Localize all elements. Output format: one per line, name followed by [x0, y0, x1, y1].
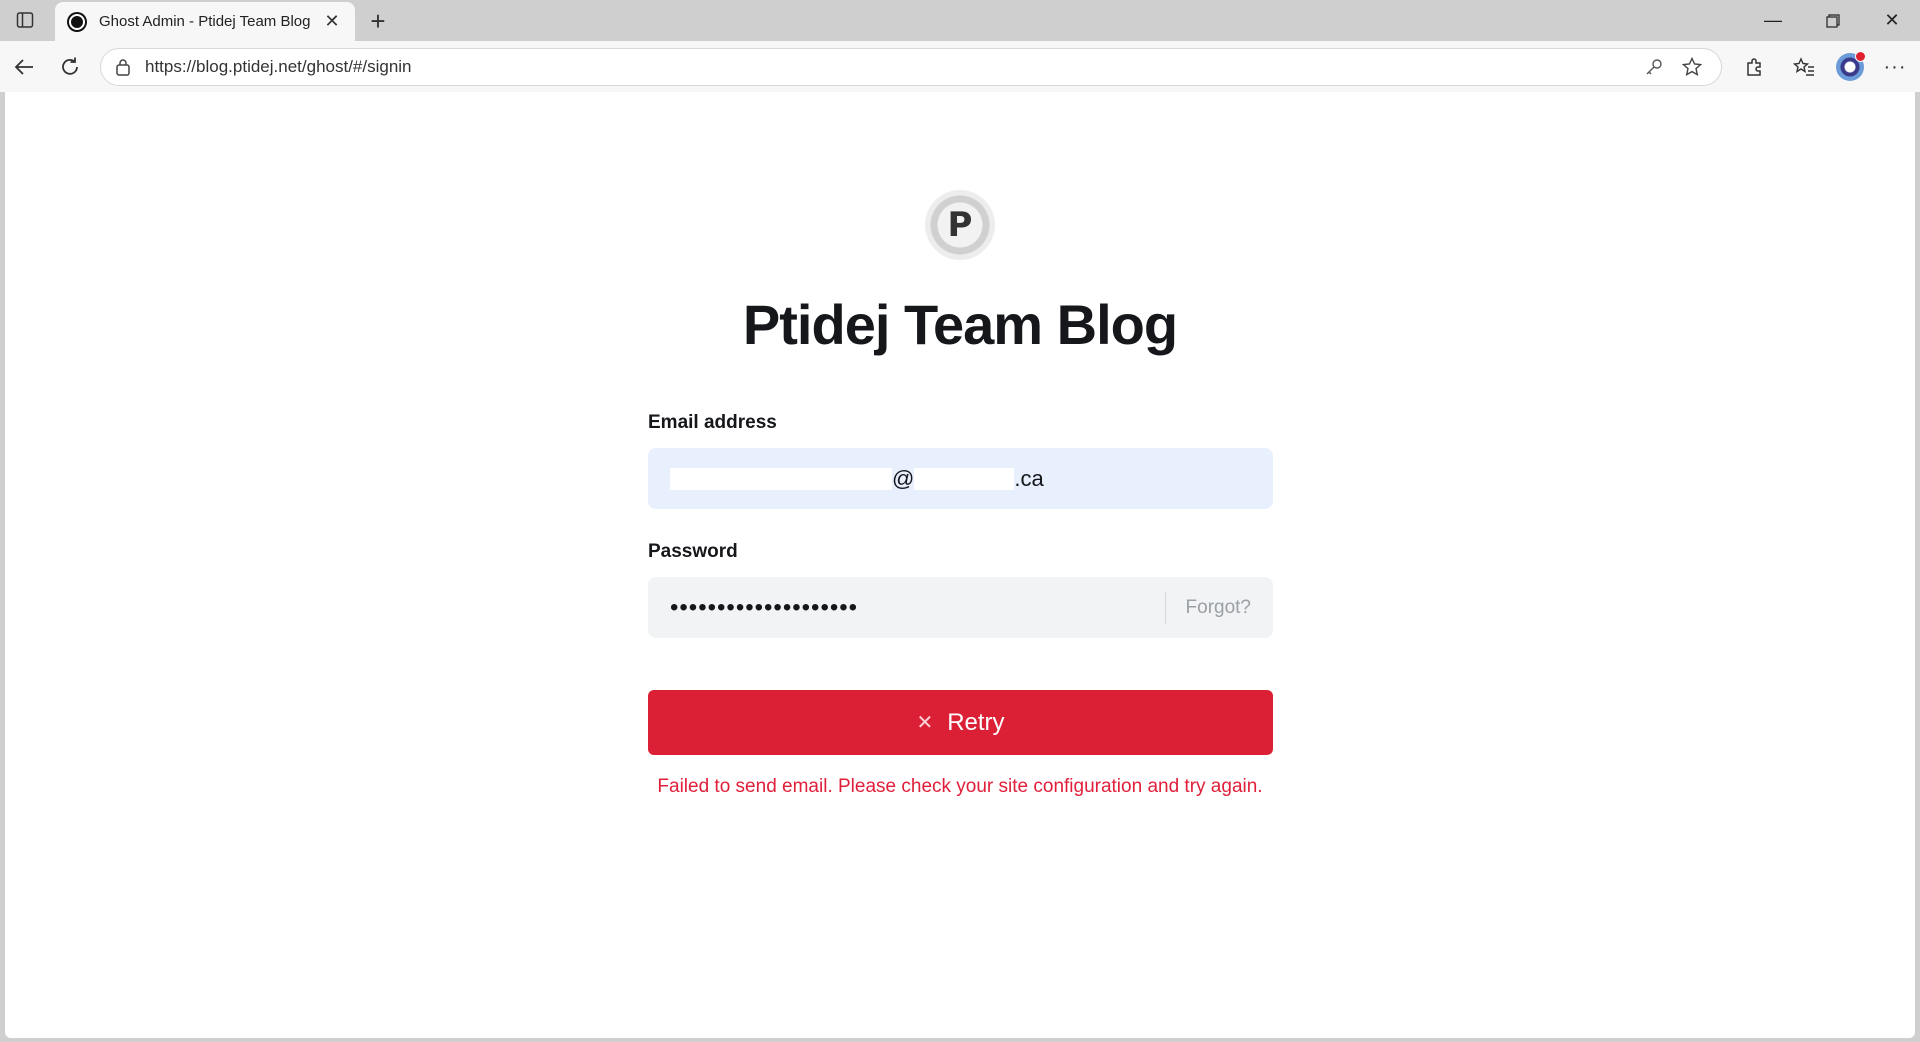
site-logo: P [925, 190, 995, 260]
tab-actions-button[interactable] [10, 7, 40, 33]
refresh-icon[interactable] [54, 51, 86, 83]
favorites-collection-icon[interactable] [1787, 51, 1821, 83]
password-key-icon[interactable] [1639, 52, 1669, 82]
forgot-password-link[interactable]: Forgot? [1186, 597, 1251, 619]
email-field[interactable]: @ .ca [648, 448, 1273, 509]
ghost-favicon-icon [67, 11, 87, 32]
tab-actions-icon [16, 12, 34, 28]
error-message: Failed to send email. Please check your … [657, 776, 1263, 797]
page-viewport: P Ptidej Team Blog Email address @ .ca P… [5, 92, 1915, 1038]
profile-avatar[interactable] [1833, 51, 1867, 83]
password-value: •••••••••••••••••••• [670, 593, 859, 621]
email-redaction [670, 467, 892, 490]
browser-tab-strip: Ghost Admin - Ptidej Team Blog ✕ + — ✕ [0, 0, 1920, 41]
site-info-lock-icon[interactable] [115, 58, 131, 76]
email-label: Email address [648, 412, 777, 433]
email-domain-suffix: .ca [1014, 465, 1044, 491]
minimize-icon[interactable]: — [1745, 0, 1801, 41]
extensions-puzzle-icon[interactable] [1737, 51, 1771, 83]
password-label: Password [648, 541, 738, 562]
retry-label: Retry [947, 708, 1005, 736]
password-field[interactable]: •••••••••••••••••••• Forgot? [648, 577, 1273, 638]
email-at-sign: @ [892, 465, 915, 491]
email-redaction [914, 467, 1015, 490]
restore-icon[interactable] [1805, 0, 1861, 41]
more-options-icon[interactable]: ··· [1878, 51, 1912, 83]
tab-title: Ghost Admin - Ptidej Team Blog [99, 13, 311, 30]
tab-close-icon[interactable]: ✕ [321, 11, 343, 33]
close-icon: ✕ [916, 712, 934, 734]
new-tab-button[interactable]: + [364, 6, 392, 36]
back-arrow-icon[interactable] [8, 51, 40, 83]
divider [1164, 591, 1166, 624]
site-title: Ptidej Team Blog [742, 293, 1178, 356]
browser-toolbar: https://blog.ptidej.net/ghost/#/signin ·… [0, 41, 1920, 92]
copilot-avatar-icon [1836, 51, 1866, 81]
address-bar[interactable]: https://blog.ptidej.net/ghost/#/signin [100, 48, 1722, 86]
url-text[interactable]: https://blog.ptidej.net/ghost/#/signin [145, 57, 1631, 77]
browser-tab-active[interactable]: Ghost Admin - Ptidej Team Blog ✕ [55, 2, 355, 41]
favorite-star-icon[interactable] [1677, 52, 1707, 82]
retry-button[interactable]: ✕ Retry [648, 690, 1273, 755]
close-window-icon[interactable]: ✕ [1864, 0, 1920, 41]
